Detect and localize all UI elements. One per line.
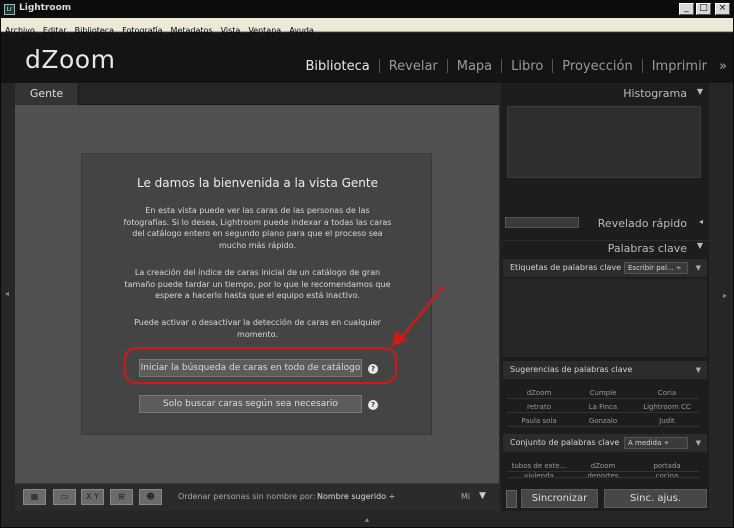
- quick-develop-title: Revelado rápido: [597, 217, 687, 230]
- sort-label: Ordenar personas sin nombre por:: [178, 492, 316, 501]
- keyword-tags-label: Etiquetas de palabras clave: [510, 263, 622, 272]
- lightroom-window: Lr Lightroom _ □ × Archivo Editar Bibliote…: [0, 0, 734, 528]
- keyword-set-select[interactable]: A medida ÷: [624, 437, 688, 449]
- right-panel: Histograma ▼ Revelado rápido ◂ Palabras cl…: [501, 83, 709, 511]
- sync-settings-button[interactable]: Sinc. ajus.: [604, 489, 707, 508]
- bottom-toolbar: ▦ ▭ X Y ⊞ ☻ Ordenar personas sin nombre …: [15, 483, 499, 511]
- right-panel-edge: [709, 83, 733, 511]
- welcome-paragraph: La creación del índice de caras inicial …: [124, 268, 391, 300]
- keyword-suggestion[interactable]: dZoom: [507, 387, 571, 399]
- keyword-set-item[interactable]: tubos de exte...: [507, 460, 571, 472]
- compare-view-button[interactable]: X Y: [81, 489, 104, 505]
- title-bar: Lr Lightroom _ □ ×: [1, 1, 733, 18]
- auto-sync-toggle[interactable]: [506, 490, 517, 508]
- keywords-title: Palabras clave: [607, 242, 687, 255]
- toolbar-menu-icon[interactable]: ▼: [479, 491, 486, 501]
- more-modules-icon[interactable]: »: [716, 59, 733, 74]
- keyword-suggestion[interactable]: Coria: [635, 387, 699, 399]
- collapse-icon: ▼: [695, 366, 701, 374]
- maximize-button[interactable]: □: [696, 3, 711, 15]
- welcome-paragraph: Puede activar o desactivar la detección …: [134, 318, 381, 339]
- keyword-set-item[interactable]: portada: [635, 460, 699, 472]
- close-button[interactable]: ×: [715, 3, 730, 15]
- keyword-suggestion[interactable]: Paula sola: [507, 415, 571, 427]
- module-proyeccion[interactable]: Proyección: [553, 59, 641, 74]
- view-header: Gente: [15, 83, 499, 105]
- quick-develop-panel-header[interactable]: Revelado rápido ◂: [501, 217, 709, 230]
- welcome-title: Le damos la bienvenida a la vista Gente: [137, 176, 378, 190]
- histogram-panel-header[interactable]: Histograma ▼: [501, 87, 709, 100]
- keyword-set-row: Conjunto de palabras clave A medida ÷ ▼: [503, 434, 707, 452]
- sync-button[interactable]: Sincronizar: [521, 489, 598, 508]
- keyword-set-label: Conjunto de palabras clave: [510, 438, 620, 447]
- keyword-suggestion[interactable]: Gonzalo: [571, 415, 635, 427]
- module-biblioteca[interactable]: Biblioteca: [297, 59, 379, 74]
- survey-view-icon[interactable]: ⊞: [110, 489, 133, 505]
- collapse-icon: ▼: [696, 87, 703, 96]
- sort-select[interactable]: Nombre sugerido ÷: [317, 492, 395, 501]
- people-view-icon[interactable]: ☻: [139, 489, 162, 505]
- keywords-panel-header[interactable]: Palabras clave ▼: [501, 240, 709, 255]
- keyword-suggestions-row: Sugerencias de palabras clave ▼: [503, 361, 707, 379]
- keyword-set-item[interactable]: cocina: [635, 472, 699, 478]
- module-mapa[interactable]: Mapa: [448, 59, 501, 74]
- histogram-area: [507, 106, 701, 178]
- keyword-suggestion[interactable]: Judit: [635, 415, 699, 427]
- keyword-tags-row: Etiquetas de palabras clave Escribir pal…: [503, 259, 707, 277]
- left-panel-toggle-icon[interactable]: ◂: [5, 289, 9, 298]
- grid-view-icon[interactable]: ▦: [23, 489, 46, 505]
- module-revelar[interactable]: Revelar: [380, 59, 447, 74]
- keyword-suggestion[interactable]: La Finca: [571, 401, 635, 413]
- help-icon[interactable]: ?: [368, 400, 378, 410]
- right-panel-toggle-icon[interactable]: ▸: [723, 291, 727, 300]
- keyword-suggestion[interactable]: retrato: [507, 401, 571, 413]
- keyword-set-item[interactable]: vivienda: [507, 472, 571, 478]
- window-title: Lightroom: [19, 3, 72, 13]
- loupe-view-icon[interactable]: ▭: [53, 489, 76, 505]
- find-faces-as-needed-button[interactable]: Solo buscar caras según sea necesario: [139, 395, 362, 413]
- highlight-annotation: [124, 347, 397, 384]
- collapse-icon: ▼: [695, 264, 701, 272]
- identity-plate-bar: dZoom Biblioteca Revelar Mapa Libro Proy…: [1, 33, 733, 83]
- toolbar-more-label[interactable]: Mi: [461, 492, 470, 501]
- keyword-entry-select[interactable]: Escribir pal... ÷: [624, 262, 688, 274]
- histogram-title: Histograma: [623, 87, 687, 100]
- keyword-suggestions-label: Sugerencias de palabras clave: [510, 365, 633, 374]
- minimize-button[interactable]: _: [679, 3, 694, 15]
- module-picker: Biblioteca Revelar Mapa Libro Proyección…: [297, 56, 733, 76]
- tab-gente[interactable]: Gente: [15, 83, 79, 105]
- module-libro[interactable]: Libro: [502, 59, 552, 74]
- collapse-icon: ▼: [696, 241, 703, 250]
- keyword-set-item[interactable]: dZoom: [571, 460, 635, 472]
- keyword-tags-area[interactable]: [503, 279, 707, 357]
- expand-icon: ◂: [698, 217, 703, 226]
- keyword-suggestion[interactable]: Lightroom CC: [635, 401, 699, 413]
- bottom-panel-toggle-icon[interactable]: ▴: [365, 515, 369, 524]
- keyword-set-item[interactable]: deportes: [571, 472, 635, 478]
- collapse-icon: ▼: [695, 439, 701, 447]
- lightroom-app-icon: Lr: [4, 4, 15, 15]
- keyword-suggestion[interactable]: Cumple: [571, 387, 635, 399]
- arrow-annotation-icon: [392, 286, 444, 347]
- welcome-paragraph: En esta vista puede ver las caras de las…: [123, 206, 392, 250]
- welcome-dialog: Le damos la bienvenida a la vista Gente …: [81, 153, 432, 435]
- menu-bar: Archivo Editar Biblioteca Fotografía Metadat…: [1, 18, 733, 35]
- identity-plate-logo: dZoom: [25, 45, 116, 74]
- module-imprimir[interactable]: Imprimir: [643, 59, 716, 74]
